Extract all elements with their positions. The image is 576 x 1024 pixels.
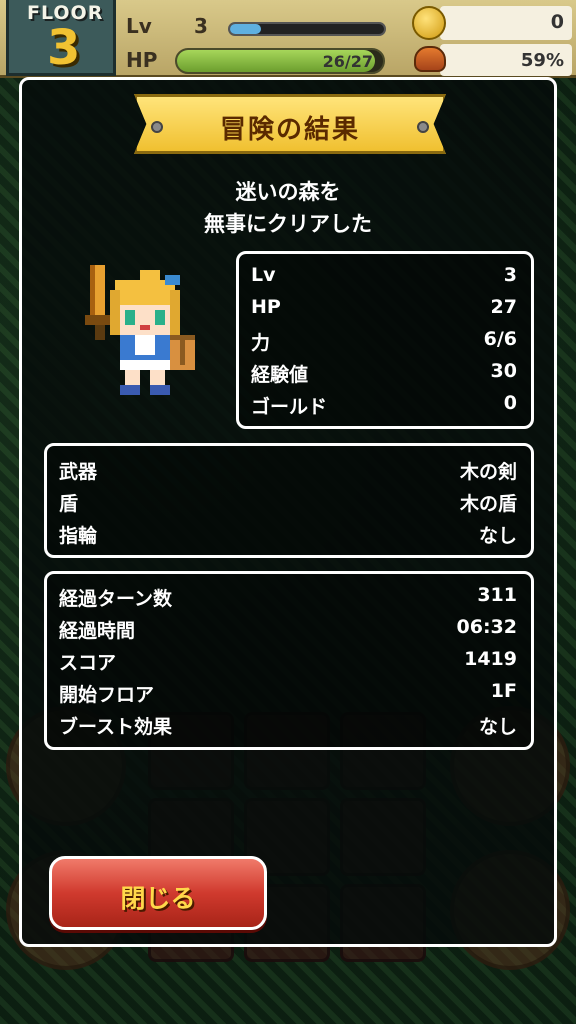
equipment-row: 武器 木の剣 bbox=[47, 453, 531, 485]
equipment-value: なし bbox=[478, 525, 517, 547]
equipment-label: 武器 bbox=[59, 461, 98, 483]
stat-row: 力 6/6 bbox=[239, 324, 531, 356]
stat-row: Lv 3 bbox=[239, 260, 531, 292]
summary-row: 経過時間 06:32 bbox=[47, 612, 531, 644]
equipment-row: 指輪 なし bbox=[47, 517, 531, 549]
stat-label: 力 bbox=[251, 332, 271, 354]
result-dialog: 冒険の結果 迷いの森を 無事にクリアした Lv 3 HP 27 力 6/6 経験… bbox=[19, 77, 557, 947]
stat-label: Lv bbox=[251, 264, 276, 286]
coin-icon bbox=[412, 6, 446, 40]
title-banner: 冒険の結果 bbox=[134, 94, 446, 154]
summary-label: 開始フロア bbox=[59, 684, 155, 706]
equipment-label: 盾 bbox=[59, 493, 79, 515]
stat-row: HP 27 bbox=[239, 292, 531, 324]
summary-label: 経過ターン数 bbox=[59, 588, 173, 610]
summary-value: 06:32 bbox=[456, 616, 517, 638]
stat-label: 経験値 bbox=[251, 364, 309, 386]
stat-value: 30 bbox=[490, 360, 517, 382]
equipment-panel: 武器 木の剣 盾 木の盾 指輪 なし bbox=[44, 443, 534, 558]
close-button[interactable]: 閉じる bbox=[49, 856, 267, 930]
summary-row: 開始フロア 1F bbox=[47, 676, 531, 708]
result-message: 迷いの森を 無事にクリアした bbox=[22, 176, 554, 240]
hp-label: HP bbox=[126, 48, 158, 72]
lv-label: Lv bbox=[126, 14, 152, 38]
equipment-row: 盾 木の盾 bbox=[47, 485, 531, 517]
summary-label: ブースト効果 bbox=[59, 716, 173, 738]
stat-label: ゴールド bbox=[251, 396, 328, 418]
summary-value: 311 bbox=[477, 584, 517, 606]
message-line-2: 無事にクリアした bbox=[204, 212, 372, 236]
gold-counter: 0 bbox=[440, 6, 572, 40]
lv-value: 3 bbox=[194, 14, 208, 38]
xp-fill bbox=[230, 24, 261, 34]
hud-bar: FLOOR 3 Lv 3 HP 26/27 0 59% bbox=[0, 0, 576, 78]
message-line-1: 迷いの森を bbox=[235, 180, 341, 204]
stats-panel: Lv 3 HP 27 力 6/6 経験値 30 ゴールド 0 bbox=[236, 251, 534, 429]
summary-value: 1419 bbox=[464, 648, 517, 670]
summary-row: ブースト効果 なし bbox=[47, 708, 531, 740]
stat-label: HP bbox=[251, 296, 281, 318]
gold-value: 0 bbox=[550, 11, 564, 33]
food-counter: 59% bbox=[440, 44, 572, 76]
stat-value: 27 bbox=[490, 296, 517, 318]
summary-row: スコア 1419 bbox=[47, 644, 531, 676]
hero-sprite bbox=[85, 265, 195, 395]
summary-panel: 経過ターン数 311 経過時間 06:32 スコア 1419 開始フロア 1F … bbox=[44, 571, 534, 750]
floor-indicator: FLOOR 3 bbox=[6, 0, 116, 76]
equipment-label: 指輪 bbox=[59, 525, 98, 547]
equipment-value: 木の剣 bbox=[459, 461, 517, 483]
stat-row: 経験値 30 bbox=[239, 356, 531, 388]
food-value: 59% bbox=[520, 50, 564, 71]
summary-label: スコア bbox=[59, 652, 117, 674]
floor-number: 3 bbox=[47, 20, 81, 76]
close-button-label: 閉じる bbox=[120, 884, 196, 913]
xp-bar bbox=[228, 22, 386, 36]
summary-value: なし bbox=[478, 716, 517, 738]
hp-bar: 26/27 bbox=[175, 48, 385, 74]
summary-value: 1F bbox=[490, 680, 517, 702]
summary-row: 経過ターン数 311 bbox=[47, 580, 531, 612]
stat-value: 0 bbox=[503, 392, 517, 414]
equipment-value: 木の盾 bbox=[459, 493, 517, 515]
summary-label: 経過時間 bbox=[59, 620, 136, 642]
stat-value: 6/6 bbox=[483, 328, 517, 350]
bread-icon bbox=[414, 46, 446, 72]
stat-row: ゴールド 0 bbox=[239, 388, 531, 420]
stat-value: 3 bbox=[503, 264, 517, 286]
dialog-title: 冒険の結果 bbox=[219, 115, 360, 145]
hp-text: 26/27 bbox=[322, 52, 373, 71]
